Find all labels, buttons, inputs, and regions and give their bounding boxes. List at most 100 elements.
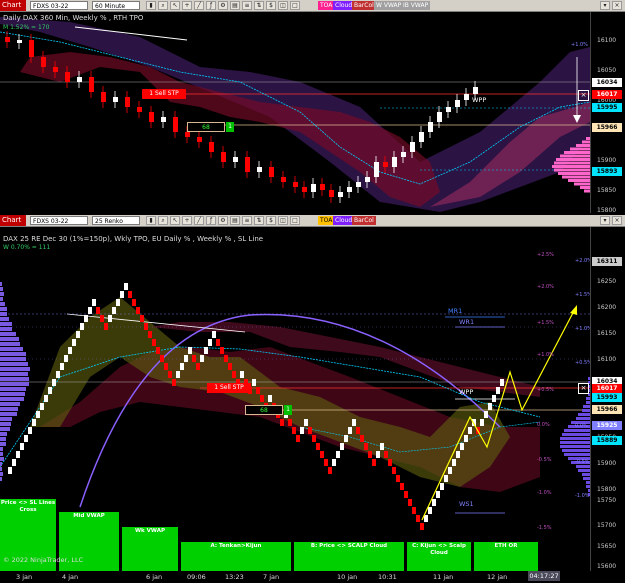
tpo-profile-bar <box>0 382 29 386</box>
properties-icon[interactable]: ≡ <box>242 1 252 10</box>
tpo-profile-bar <box>556 158 590 161</box>
renko-brick-down <box>320 451 324 458</box>
zoom-icon[interactable]: ⌕ <box>158 216 168 225</box>
tpo-profile-bar <box>570 147 590 151</box>
sell-stop-order[interactable]: 1 Sell STP <box>207 383 251 393</box>
crosshair-icon[interactable]: + <box>182 1 192 10</box>
w-vwap-toggle[interactable]: W VWAP <box>374 1 404 10</box>
chart-trader-icon[interactable]: $ <box>266 1 276 10</box>
chart-menu-button[interactable]: Chart <box>0 215 26 226</box>
tpo-profile-bar <box>562 175 590 179</box>
templates-icon[interactable]: ▤ <box>230 1 240 10</box>
time-axis-label: 3 jan <box>16 573 33 581</box>
chart-trader-icon[interactable]: $ <box>266 216 276 225</box>
renko-brick-up <box>52 379 56 386</box>
toa-toggle[interactable]: TOA <box>318 1 335 10</box>
cloud-toggle[interactable]: Cloud <box>333 1 355 10</box>
window-menu-icon[interactable]: ▾ <box>600 216 610 225</box>
renko-brick-up <box>204 347 208 354</box>
candle-body <box>185 132 190 137</box>
barcol-toggle[interactable]: BarCol <box>352 1 376 10</box>
tpo-profile-bar <box>583 405 590 408</box>
sell-stop-order[interactable]: 1 Sell STP <box>142 89 186 99</box>
top-price-plot[interactable] <box>0 12 590 213</box>
cloud-toggle[interactable]: Cloud <box>333 216 355 225</box>
renko-brick-down <box>192 355 196 362</box>
renko-brick-down <box>216 339 220 346</box>
renko-brick-down <box>168 371 172 378</box>
time-axis-label: 13:23 <box>225 573 244 581</box>
tpo-profile-bar <box>0 282 2 286</box>
draw-tool-icon[interactable]: ╱ <box>194 216 204 225</box>
tpo-profile-bar <box>0 367 30 371</box>
price-tick: 16200 <box>597 304 617 311</box>
order-count-box[interactable]: 1 <box>284 405 292 415</box>
window-menu-icon[interactable]: ▾ <box>600 1 610 10</box>
order-count-box[interactable]: 1 <box>226 122 234 132</box>
tpo-profile-bar <box>576 144 590 147</box>
order-qty-box[interactable]: 68 <box>245 405 283 415</box>
tpo-profile-bar <box>568 179 590 182</box>
properties-icon[interactable]: ≡ <box>242 216 252 225</box>
tpo-profile-bar <box>0 462 2 466</box>
chart-menu-button[interactable]: Chart <box>0 0 26 11</box>
instrument-selector[interactable]: FDXS 03-22 <box>30 216 88 225</box>
renko-brick-up <box>88 307 92 314</box>
close-order-icon[interactable]: × <box>578 90 589 101</box>
order-qty-box[interactable]: 68 <box>187 122 225 132</box>
bar-chart-icon[interactable]: ▮ <box>146 1 156 10</box>
candle-body <box>29 40 34 57</box>
candle-body <box>53 67 58 72</box>
templates-icon[interactable]: ▤ <box>230 216 240 225</box>
candle-body <box>356 182 361 187</box>
tpo-profile-bar <box>0 292 4 296</box>
price-tick: 16150 <box>597 330 617 337</box>
indicators-icon[interactable]: ƒ <box>206 216 216 225</box>
data-box-icon[interactable]: □ <box>290 1 300 10</box>
renko-brick-up <box>208 339 212 346</box>
order-entry-icon[interactable]: ⇅ <box>254 1 264 10</box>
data-box-icon[interactable]: □ <box>290 216 300 225</box>
cursor-icon[interactable]: ↖ <box>170 216 180 225</box>
order-entry-icon[interactable]: ⇅ <box>254 216 264 225</box>
indicators-icon[interactable]: ƒ <box>206 1 216 10</box>
candle-body <box>257 167 262 172</box>
candle-body <box>101 92 106 102</box>
interval-selector[interactable]: 60 Minute <box>92 1 140 10</box>
tpo-profile-bar <box>0 407 18 411</box>
ib-vwap-toggle[interactable]: IB VWAP <box>401 1 431 10</box>
copyright-text: © 2022 NinjaTrader, LLC <box>3 556 84 564</box>
renko-brick-up <box>188 347 192 354</box>
top-chart-pane: Daily DAX 360 Min, Weekly % , RTH TPO M … <box>0 12 625 214</box>
cursor-icon[interactable]: ↖ <box>170 1 180 10</box>
crosshair-icon[interactable]: + <box>182 216 192 225</box>
price-tick: 16100 <box>597 356 617 363</box>
barcol-toggle[interactable]: BarCol <box>352 216 376 225</box>
instrument-selector[interactable]: FDXS 03-22 <box>30 1 88 10</box>
interval-selector[interactable]: 25 Renko <box>92 216 140 225</box>
renko-brick-down <box>404 491 408 498</box>
close-order-icon[interactable]: × <box>578 383 589 394</box>
strategies-icon[interactable]: ⚙ <box>218 1 228 10</box>
toa-toggle[interactable]: TOA <box>318 216 335 225</box>
price-tick: 16250 <box>597 278 617 285</box>
snapshot-icon[interactable]: ◫ <box>278 216 288 225</box>
renko-brick-down <box>156 347 160 354</box>
close-icon[interactable]: × <box>612 1 622 10</box>
zoom-icon[interactable]: ⌕ <box>158 1 168 10</box>
snapshot-icon[interactable]: ◫ <box>278 1 288 10</box>
candle-body <box>464 94 469 100</box>
time-axis-label: 11 jan <box>433 573 454 581</box>
draw-tool-icon[interactable]: ╱ <box>194 1 204 10</box>
renko-brick-up <box>80 323 84 330</box>
renko-brick-up <box>68 347 72 354</box>
close-icon[interactable]: × <box>612 216 622 225</box>
renko-brick-up <box>484 411 488 418</box>
candle-body <box>392 157 397 167</box>
bar-chart-icon[interactable]: ▮ <box>146 216 156 225</box>
strategies-icon[interactable]: ⚙ <box>218 216 228 225</box>
candle-body <box>428 122 433 132</box>
pct-label-right: -1.0% <box>575 493 590 499</box>
candle-body <box>221 152 226 162</box>
renko-brick-down <box>228 363 232 370</box>
